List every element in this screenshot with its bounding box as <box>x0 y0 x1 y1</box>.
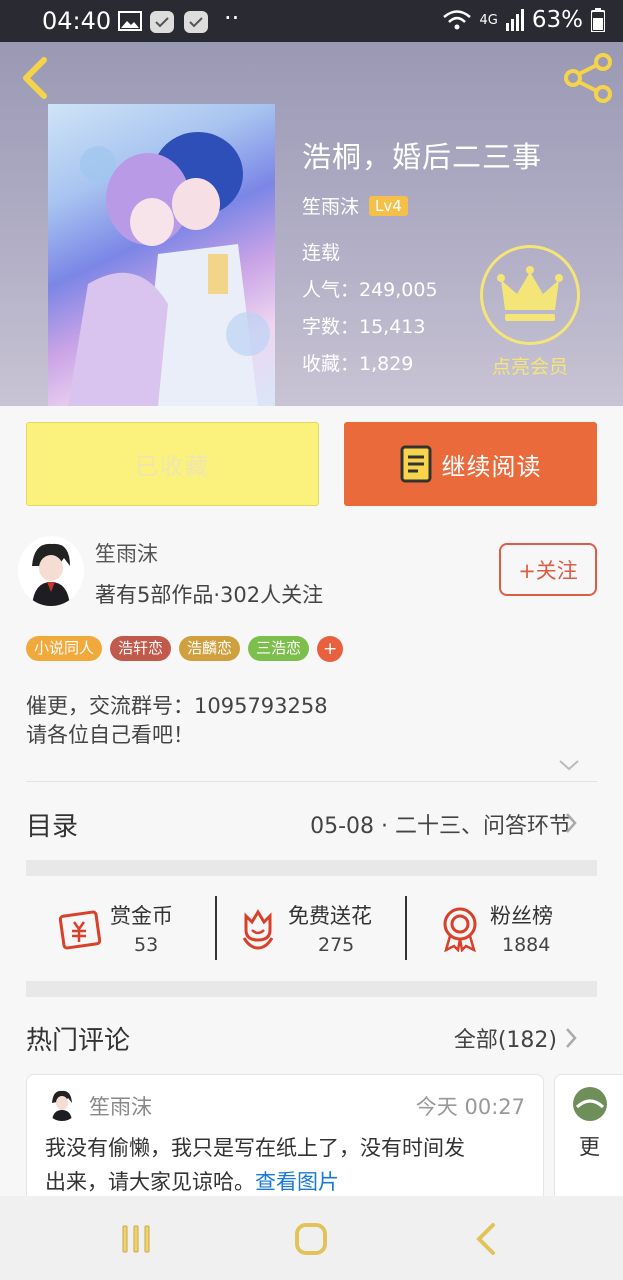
cover-illustration <box>68 132 270 406</box>
comment-text-peek: 更 <box>579 1135 600 1159</box>
book-cover[interactable] <box>48 104 275 406</box>
stat-value: 1884 <box>502 934 551 956</box>
tag-item[interactable]: 三浩恋 <box>248 636 310 661</box>
share-icon[interactable] <box>563 52 615 104</box>
add-tag-button[interactable]: + <box>317 636 344 662</box>
section-gap <box>26 860 597 876</box>
author-stats: 著有5部作品·302人关注 <box>95 583 324 607</box>
wifi-icon <box>442 10 471 30</box>
book-icon <box>400 445 431 483</box>
back-nav-icon[interactable] <box>474 1222 498 1256</box>
stat-label: 赏金币 <box>110 904 173 928</box>
stat-value: 275 <box>318 934 355 956</box>
status-right: 4G 63% <box>442 7 605 33</box>
vip-badge[interactable] <box>480 245 580 345</box>
hot-comments-label: 热门评论 <box>26 1026 131 1056</box>
follow-label: +关注 <box>518 558 578 583</box>
back-arrow-icon[interactable] <box>16 56 52 100</box>
book-description: 催更，交流群号：1095793258 请各位自己看吧！ <box>26 692 328 750</box>
expand-chevron-icon[interactable] <box>558 758 580 772</box>
section-gap <box>26 981 597 997</box>
book-author-line: 笙雨沫 Lv4 <box>302 192 408 219</box>
continue-reading-label: 继续阅读 <box>441 452 542 481</box>
stat-fan-ranking[interactable]: 粉丝榜 1884 <box>440 896 580 962</box>
check-app-icon <box>150 11 174 33</box>
book-favorites: 收藏：1,829 <box>302 353 414 375</box>
home-icon[interactable] <box>294 1222 328 1256</box>
status-time: 04:40 <box>42 7 112 35</box>
description-line: 催更，交流群号：1095793258 <box>26 694 328 718</box>
author-avatar[interactable] <box>18 536 84 606</box>
divider <box>26 781 597 782</box>
stat-value: 53 <box>134 934 159 956</box>
comment-avatar[interactable] <box>45 1087 79 1121</box>
tag-item[interactable]: 浩麟恋 <box>179 636 241 661</box>
vip-label[interactable]: 点亮会员 <box>480 352 580 379</box>
gallery-icon <box>118 11 142 31</box>
comment-line: 我没有偷懒，我只是写在纸上了，没有时间发 <box>45 1136 465 1160</box>
comment-time: 今天 00:27 <box>415 1095 525 1119</box>
book-status: 连载 <box>302 242 341 264</box>
catalog-latest-chapter[interactable]: 05-08 · 二十三、问答环节 <box>310 808 571 840</box>
tag-list: 小说同人 浩轩恋 浩麟恋 三浩恋 + <box>26 636 344 662</box>
comment-text: 我没有偷懒，我只是写在纸上了，没有时间发 出来，请大家见谅哈。查看图片 <box>45 1131 525 1199</box>
book-word-count: 字数：15,413 <box>302 316 426 338</box>
system-nav-bar <box>0 1196 623 1280</box>
stat-label: 免费送花 <box>288 904 372 928</box>
avatar-illustration <box>18 538 84 606</box>
battery-percent: 63% <box>531 7 583 33</box>
comment-user[interactable]: 笙雨沫 <box>89 1091 152 1121</box>
continue-reading-button[interactable]: 继续阅读 <box>344 422 597 506</box>
follow-button[interactable]: +关注 <box>499 543 597 596</box>
book-title: 浩桐，婚后二三事 <box>302 140 543 174</box>
book-popularity: 人气：249,005 <box>302 279 438 301</box>
stat-separator <box>405 896 407 960</box>
check-app-icon-2 <box>184 11 208 33</box>
chevron-right-icon[interactable] <box>564 811 578 835</box>
description-line: 请各位自己看吧！ <box>26 723 194 747</box>
view-image-link[interactable]: 查看图片 <box>255 1170 339 1194</box>
network-type: 4G <box>479 12 498 28</box>
stat-separator <box>215 896 217 960</box>
flower-icon <box>242 909 274 950</box>
comment-card[interactable]: 笙雨沫 今天 00:27 我没有偷懒，我只是写在纸上了，没有时间发 出来，请大家… <box>26 1074 544 1214</box>
more-notifications: ·· <box>224 4 240 32</box>
stat-free-flowers[interactable]: 免费送花 275 <box>238 896 398 962</box>
all-comments-link[interactable]: 全部(182) <box>454 1022 557 1054</box>
collected-label: 已收藏 <box>135 454 210 480</box>
tag-item[interactable]: 浩轩恋 <box>110 636 172 661</box>
signal-icon <box>505 9 524 31</box>
red-envelope-icon <box>58 910 102 950</box>
stat-reward-coins[interactable]: 赏金币 53 <box>56 896 206 962</box>
comment-card-peek[interactable]: 更 <box>554 1074 623 1214</box>
book-author[interactable]: 笙雨沫 <box>302 192 359 219</box>
recent-apps-icon[interactable] <box>120 1224 152 1254</box>
author-name[interactable]: 笙雨沫 <box>95 538 158 568</box>
battery-icon <box>591 8 605 32</box>
chevron-right-icon[interactable] <box>564 1026 578 1050</box>
tag-item[interactable]: 小说同人 <box>26 636 103 661</box>
crown-icon <box>497 266 563 321</box>
level-badge: Lv4 <box>369 195 408 216</box>
avatar-illustration <box>45 1087 79 1121</box>
collected-button[interactable]: 已收藏 <box>26 422 319 506</box>
comment-avatar <box>573 1087 607 1121</box>
comment-line: 出来，请大家见谅哈。 <box>45 1170 255 1194</box>
stat-label: 粉丝榜 <box>490 904 553 928</box>
medal-icon <box>443 907 477 952</box>
catalog-label[interactable]: 目录 <box>26 806 78 843</box>
status-bar: 04:40 ·· 4G 63% <box>0 0 623 42</box>
